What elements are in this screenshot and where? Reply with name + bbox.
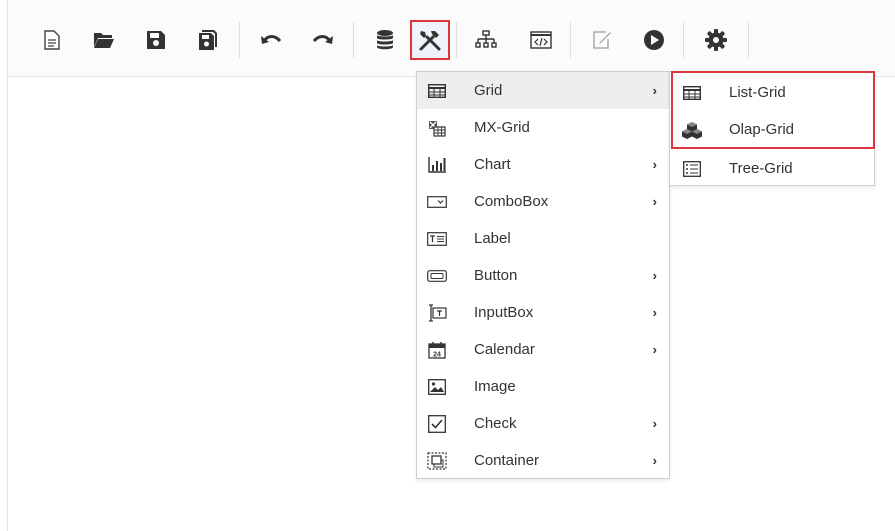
save-button[interactable] [136,20,176,60]
toolbar [7,0,895,77]
button-icon [427,266,447,286]
container-icon [427,451,447,471]
edit-icon [592,30,612,50]
tools-icon [418,28,442,52]
submenu-item-olap-grid[interactable]: Olap-Grid [670,111,874,148]
new-file-button[interactable] [32,20,72,60]
menu-item-inputbox[interactable]: InputBox › [417,294,669,331]
save-icon [146,30,166,50]
save-all-button[interactable] [188,20,228,60]
play-icon [643,29,665,51]
chevron-right-icon: › [652,342,657,357]
tree-grid-icon [682,159,702,179]
inputbox-icon [427,303,447,323]
redo-icon [312,33,334,47]
menu-item-label: Image [474,378,516,395]
svg-text:24: 24 [433,351,441,358]
calendar-icon: 24 [427,340,447,360]
app-window: Grid › MX-Grid Chart › ComboBox › Label … [0,0,895,531]
menu-item-mx-grid[interactable]: MX-Grid [417,109,669,146]
menu-item-label: Grid [474,82,503,99]
menu-item-label: Label [474,230,511,247]
database-icon [376,29,394,51]
submenu-item-label: Olap-Grid [729,121,795,138]
label-icon [427,229,447,249]
chevron-right-icon: › [652,194,657,209]
list-grid-icon [682,83,702,103]
settings-gear-icon [704,28,728,52]
menu-item-calendar[interactable]: 24 Calendar › [417,331,669,368]
menu-item-check[interactable]: Check › [417,405,669,442]
run-button[interactable] [634,20,674,60]
grid-submenu: List-Grid Olap-Grid Tree-Grid [669,71,875,186]
menu-item-label: Calendar [474,341,535,358]
chevron-right-icon: › [652,305,657,320]
redo-button[interactable] [303,20,343,60]
menu-item-chart[interactable]: Chart › [417,146,669,183]
menu-item-image[interactable]: Image [417,368,669,405]
toolbar-separator [239,22,240,58]
open-folder-icon [93,31,115,49]
settings-button[interactable] [696,20,736,60]
menu-item-label: Check [474,415,517,432]
save-all-icon [198,29,218,51]
chevron-right-icon: › [652,416,657,431]
code-window-icon [530,31,552,49]
menu-item-label: ComboBox [474,193,549,210]
combobox-icon [427,192,447,212]
toolbar-separator [353,22,354,58]
toolbar-separator [748,22,749,58]
component-menu: Grid › MX-Grid Chart › ComboBox › Label … [416,71,670,479]
menu-item-label: MX-Grid [474,119,530,136]
code-window-button[interactable] [521,20,561,60]
hierarchy-icon [475,30,497,50]
chevron-right-icon: › [652,453,657,468]
chart-icon [427,155,447,175]
menu-item-grid[interactable]: Grid › [417,72,669,109]
chevron-right-icon: › [652,268,657,283]
check-icon [427,414,447,434]
chevron-right-icon: › [652,157,657,172]
submenu-item-label: List-Grid [729,84,786,101]
toolbar-separator [683,22,684,58]
chevron-right-icon: › [652,83,657,98]
menu-item-combobox[interactable]: ComboBox › [417,183,669,220]
menu-item-label[interactable]: Label [417,220,669,257]
new-file-icon [44,30,60,50]
menu-item-label: InputBox [474,304,534,321]
menu-item-label: Button [474,267,518,284]
grid-icon [427,81,447,101]
toolbar-separator [456,22,457,58]
menu-item-label: Chart [474,156,511,173]
undo-icon [260,33,282,47]
image-icon [427,377,447,397]
toolbar-separator [570,22,571,58]
submenu-item-tree-grid[interactable]: Tree-Grid [670,150,874,187]
database-button[interactable] [365,20,405,60]
mx-grid-icon [427,118,447,138]
submenu-item-label: Tree-Grid [729,160,793,177]
olap-grid-icon [682,120,702,140]
menu-item-button[interactable]: Button › [417,257,669,294]
tools-button[interactable] [410,20,450,60]
edit-button[interactable] [582,20,622,60]
menu-item-container[interactable]: Container › [417,442,669,479]
undo-button[interactable] [251,20,291,60]
open-folder-button[interactable] [84,20,124,60]
submenu-item-list-grid[interactable]: List-Grid [670,74,874,111]
menu-item-label: Container [474,452,540,469]
hierarchy-button[interactable] [466,20,506,60]
